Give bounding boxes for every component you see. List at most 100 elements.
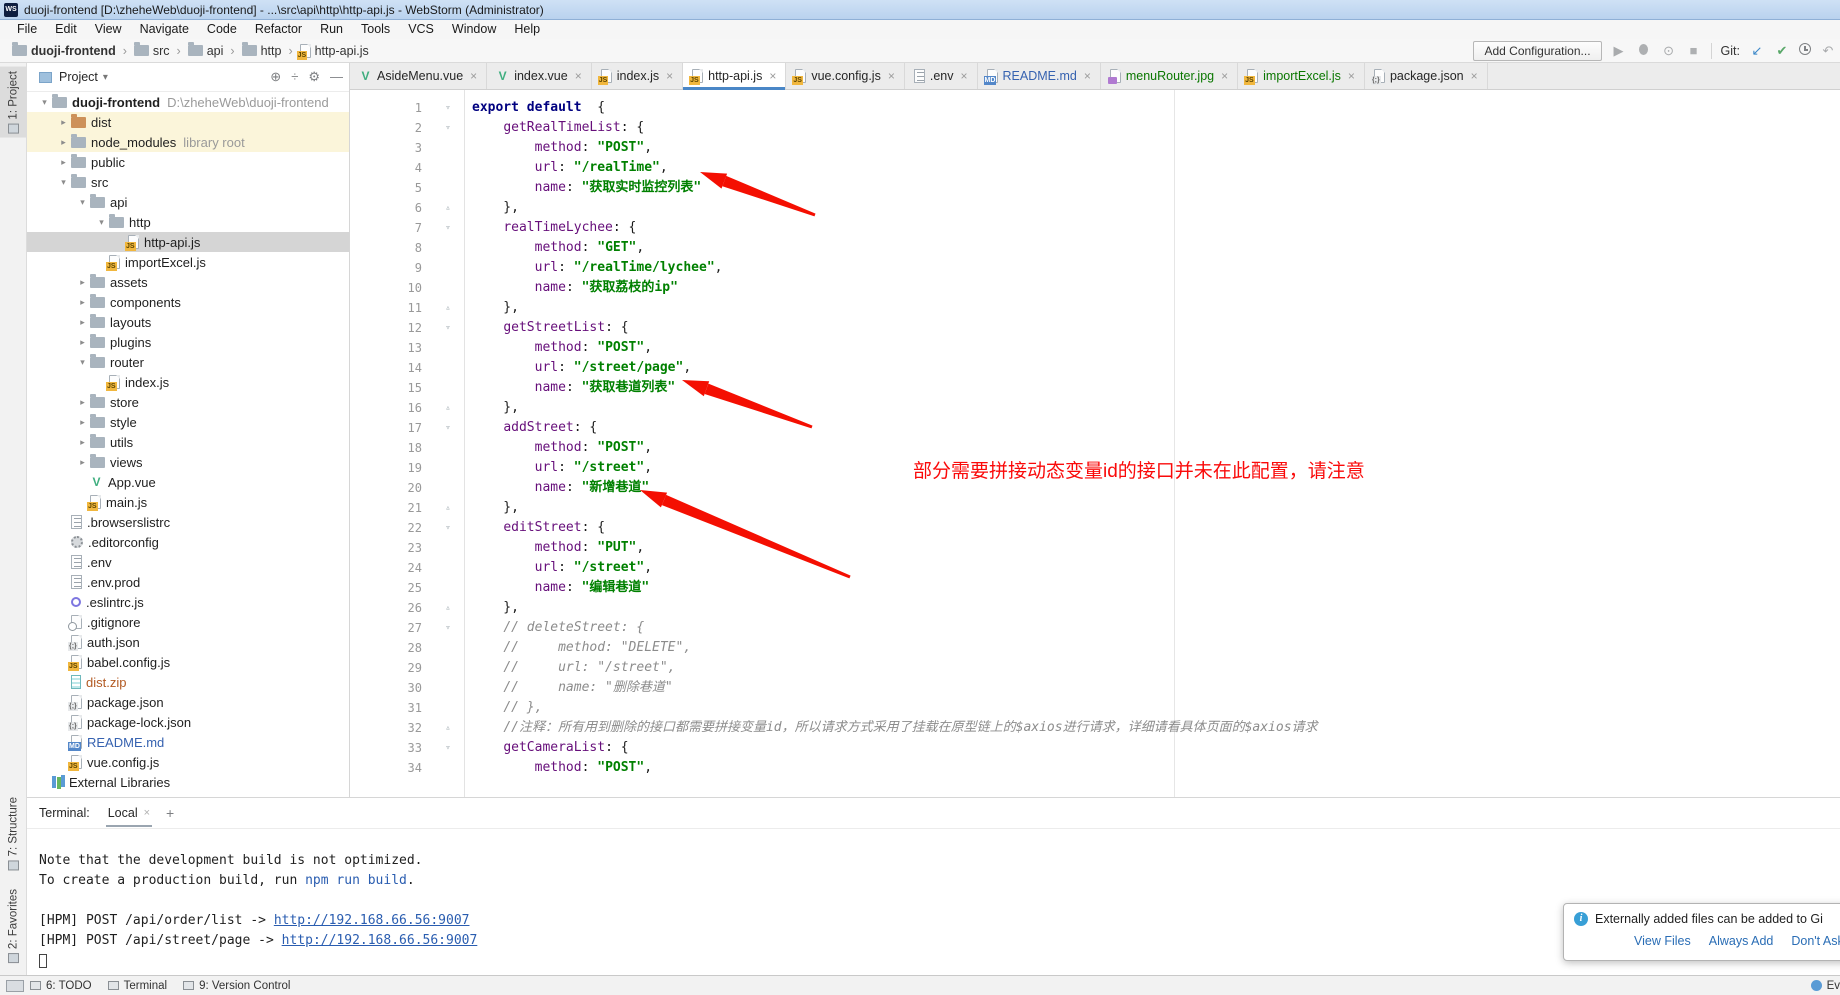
chevron-icon[interactable]: ▸ [56, 157, 71, 168]
code-line[interactable]: 11▵ }, [350, 298, 1840, 318]
coverage-icon[interactable]: ⊙ [1661, 43, 1677, 59]
tree-item-assets[interactable]: ▸assets [27, 272, 349, 292]
code-line[interactable]: 10 name: "获取荔枝的ip" [350, 278, 1840, 298]
statusbar-terminal[interactable]: Terminal [108, 980, 167, 992]
tree-item-components[interactable]: ▸components [27, 292, 349, 312]
terminal-link[interactable]: http://192.168.66.56:9007 [274, 913, 470, 928]
statusbar-6-todo[interactable]: 6: TODO [30, 980, 92, 992]
chevron-icon[interactable]: ▸ [75, 297, 90, 308]
chevron-down-icon[interactable]: ▾ [103, 72, 108, 83]
notification-action-view-files[interactable]: View Files [1634, 934, 1691, 948]
stripe-7-structure[interactable]: 7: Structure [0, 793, 27, 874]
code-line[interactable]: 33▿ getCameraList: { [350, 738, 1840, 758]
chevron-icon[interactable]: ▸ [75, 317, 90, 328]
menu-item-refactor[interactable]: Refactor [246, 20, 311, 39]
close-icon[interactable]: × [1221, 69, 1228, 83]
close-icon[interactable]: × [470, 69, 477, 83]
fold-marker-icon[interactable]: ▿ [434, 118, 462, 138]
tree-item-index-js[interactable]: index.js [27, 372, 349, 392]
add-configuration-button[interactable]: Add Configuration... [1473, 41, 1601, 61]
tree-item-layouts[interactable]: ▸layouts [27, 312, 349, 332]
tree-item-importexcel-js[interactable]: importExcel.js [27, 252, 349, 272]
event-log-icon[interactable] [1811, 980, 1822, 991]
chevron-icon[interactable]: ▾ [56, 177, 71, 188]
fold-marker-icon[interactable]: ▿ [434, 418, 462, 438]
fold-marker-icon[interactable]: ▵ [434, 598, 462, 618]
tree-item-external-libraries[interactable]: External Libraries [27, 772, 349, 792]
tree-item-node-modules[interactable]: ▸node_moduleslibrary root [27, 132, 349, 152]
tab-importexcel-js[interactable]: importExcel.js× [1238, 63, 1365, 89]
tool-window-switcher-icon[interactable] [6, 980, 24, 992]
close-icon[interactable]: × [1084, 69, 1091, 83]
code-line[interactable]: 34 method: "POST", [350, 758, 1840, 778]
fold-marker-icon[interactable]: ▿ [434, 618, 462, 638]
code-line[interactable]: 15 name: "获取巷道列表" [350, 378, 1840, 398]
fold-marker-icon[interactable]: ▿ [434, 318, 462, 338]
git-update-icon[interactable]: ↙ [1749, 43, 1765, 59]
event-log-label[interactable]: Ev [1827, 980, 1840, 992]
fold-marker-icon[interactable]: ▵ [434, 198, 462, 218]
code-line[interactable]: 3 method: "POST", [350, 138, 1840, 158]
git-commit-icon[interactable]: ✔ [1774, 43, 1790, 59]
tree-item-readme-md[interactable]: README.md [27, 732, 349, 752]
tree-item-api[interactable]: ▾api [27, 192, 349, 212]
terminal-link[interactable]: http://192.168.66.56:9007 [282, 933, 478, 948]
locate-icon[interactable]: ⊕ [270, 69, 281, 85]
project-panel-title[interactable]: Project [59, 70, 98, 84]
tree-item-app-vue[interactable]: VApp.vue [27, 472, 349, 492]
fold-marker-icon[interactable]: ▵ [434, 718, 462, 738]
fold-marker-icon[interactable]: ▵ [434, 498, 462, 518]
code-line[interactable]: 25 name: "编辑巷道" [350, 578, 1840, 598]
breadcrumb-http[interactable]: http [240, 44, 284, 58]
run-icon[interactable]: ▶ [1611, 43, 1627, 59]
stop-icon[interactable]: ■ [1686, 43, 1702, 58]
fold-marker-icon[interactable]: ▿ [434, 518, 462, 538]
code-line[interactable]: 6▵ }, [350, 198, 1840, 218]
fold-marker-icon[interactable]: ▵ [434, 298, 462, 318]
code-line[interactable]: 30 // name: "删除巷道" [350, 678, 1840, 698]
chevron-icon[interactable]: ▸ [75, 437, 90, 448]
code-line[interactable]: 12▿ getStreetList: { [350, 318, 1840, 338]
git-revert-icon[interactable]: ↶ [1820, 43, 1836, 59]
breadcrumb-api[interactable]: api [186, 44, 226, 58]
code-line[interactable]: 27▿ // deleteStreet: { [350, 618, 1840, 638]
tree-item-dist-zip[interactable]: dist.zip [27, 672, 349, 692]
tree-item-package-lock-json[interactable]: package-lock.json [27, 712, 349, 732]
code-line[interactable]: 8 method: "GET", [350, 238, 1840, 258]
statusbar-9-version-control[interactable]: 9: Version Control [183, 980, 290, 992]
tab-vue-config-js[interactable]: vue.config.js× [786, 63, 905, 89]
chevron-icon[interactable]: ▸ [75, 457, 90, 468]
tree-item-views[interactable]: ▸views [27, 452, 349, 472]
breadcrumb-duoji-frontend[interactable]: duoji-frontend [10, 44, 118, 58]
fold-marker-icon[interactable]: ▿ [434, 738, 462, 758]
tree-item-babel-config-js[interactable]: babel.config.js [27, 652, 349, 672]
close-icon[interactable]: × [1348, 69, 1355, 83]
tree-item-env[interactable]: .env [27, 552, 349, 572]
close-icon[interactable]: × [1471, 69, 1478, 83]
stripe-2-favorites[interactable]: 2: Favorites [0, 885, 27, 967]
new-terminal-button[interactable]: + [166, 805, 174, 821]
settings-icon[interactable]: ⚙ [308, 69, 320, 85]
chevron-icon[interactable]: ▸ [75, 397, 90, 408]
tree-item-eslintrc-js[interactable]: .eslintrc.js [27, 592, 349, 612]
code-line[interactable]: 14 url: "/street/page", [350, 358, 1840, 378]
code-line[interactable]: 17▿ addStreet: { [350, 418, 1840, 438]
code-line[interactable]: 28 // method: "DELETE", [350, 638, 1840, 658]
tab-http-api-js[interactable]: http-api.js× [683, 63, 786, 89]
stripe-1-project[interactable]: 1: Project [0, 67, 27, 138]
chevron-icon[interactable]: ▾ [75, 197, 90, 208]
menu-item-run[interactable]: Run [311, 20, 352, 39]
code-line[interactable]: 32▵ //注释：所有用到删除的接口都需要拼接变量id，所以请求方式采用了挂载在… [350, 718, 1840, 738]
tree-item-package-json[interactable]: package.json [27, 692, 349, 712]
tree-item-auth-json[interactable]: auth.json [27, 632, 349, 652]
code-line[interactable]: 31 // }, [350, 698, 1840, 718]
code-line[interactable]: 23 method: "PUT", [350, 538, 1840, 558]
chevron-icon[interactable]: ▸ [75, 277, 90, 288]
code-line[interactable]: 22▿ editStreet: { [350, 518, 1840, 538]
tree-item-utils[interactable]: ▸utils [27, 432, 349, 452]
menu-item-help[interactable]: Help [505, 20, 549, 39]
hide-icon[interactable]: — [330, 69, 343, 85]
chevron-icon[interactable]: ▸ [56, 117, 71, 128]
tab-menurouter-jpg[interactable]: menuRouter.jpg× [1101, 63, 1238, 89]
fold-marker-icon[interactable]: ▵ [434, 398, 462, 418]
